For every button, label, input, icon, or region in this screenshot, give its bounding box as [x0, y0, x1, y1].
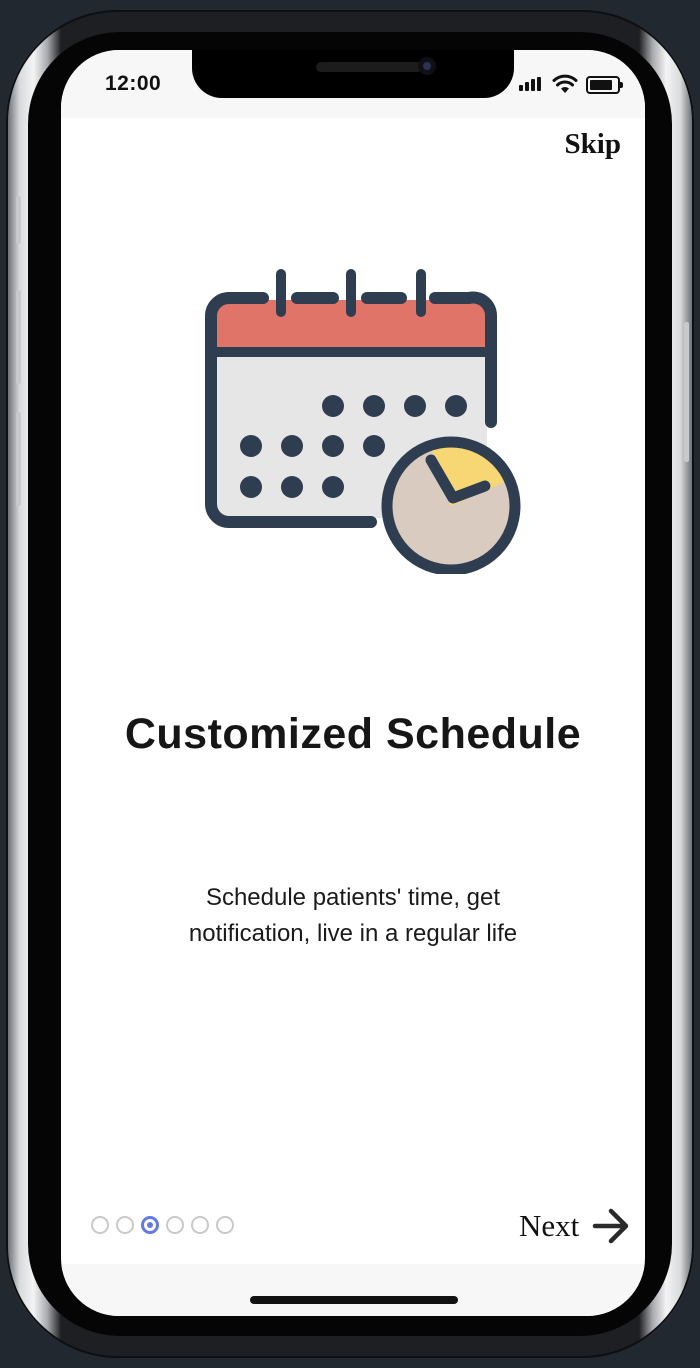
battery-icon [586, 76, 623, 94]
page-dot[interactable] [191, 1216, 209, 1234]
page-dot[interactable] [166, 1216, 184, 1234]
page-dot[interactable] [91, 1216, 109, 1234]
onboarding-description: Schedule patients' time, get notificatio… [188, 884, 518, 947]
skip-button[interactable]: Skip [565, 128, 621, 161]
volume-up-button [16, 290, 21, 384]
page-dot-active[interactable] [141, 1216, 159, 1234]
page-dot[interactable] [216, 1216, 234, 1234]
front-camera [418, 57, 436, 75]
calendar-clock-icon [205, 269, 521, 574]
power-button [684, 322, 689, 462]
wifi-icon [552, 74, 578, 93]
onboarding-title: Customized Schedule [124, 710, 582, 758]
arrow-right-icon [592, 1208, 629, 1244]
earpiece-speaker [316, 62, 422, 72]
status-bar: 12:00 [61, 50, 645, 118]
status-time: 12:00 [105, 72, 162, 95]
mute-switch [16, 196, 21, 244]
home-indicator[interactable] [250, 1296, 458, 1304]
next-label: Next [519, 1208, 580, 1243]
notch [192, 50, 514, 98]
bottom-safe-area [61, 1264, 645, 1316]
page-dot[interactable] [116, 1216, 134, 1234]
volume-down-button [16, 412, 21, 506]
onboarding-screen: 12:00 Skip Customized Schedule Schedule … [61, 50, 645, 1316]
